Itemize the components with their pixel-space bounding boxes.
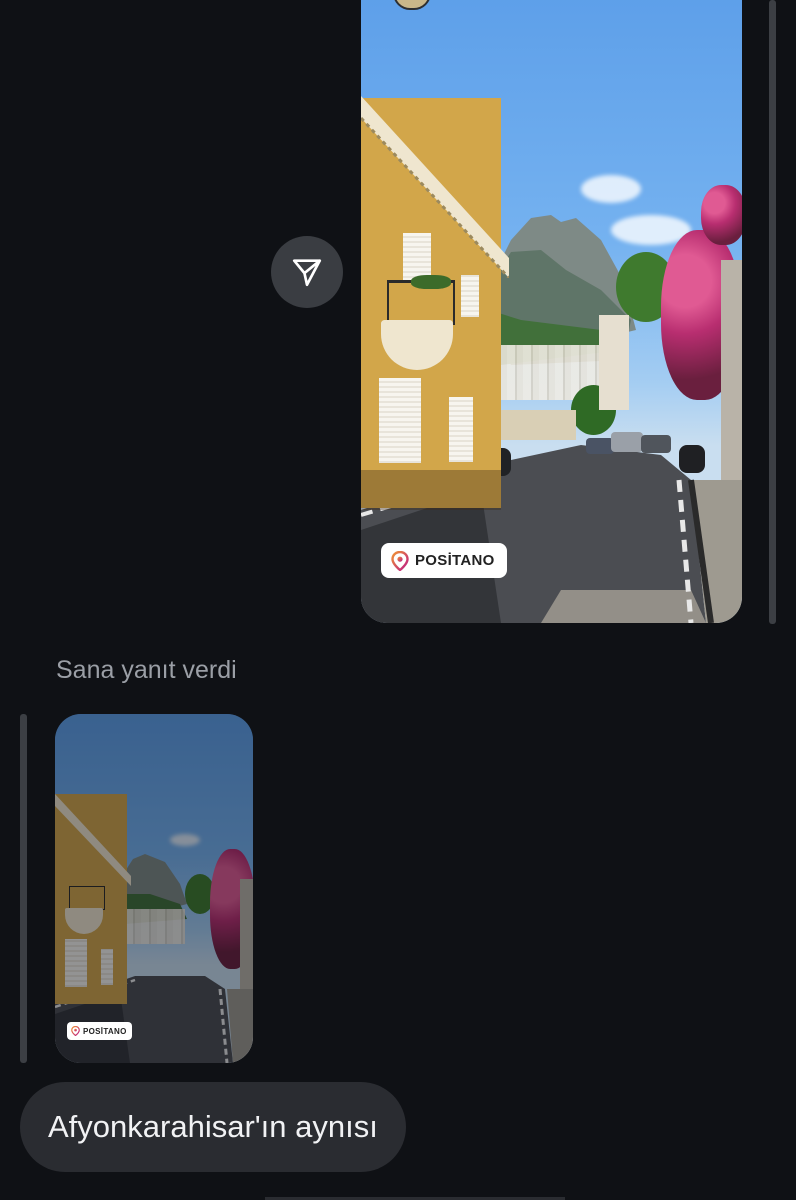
building-base [361, 470, 501, 510]
thumbnail-dim-overlay [55, 714, 253, 1063]
location-sticker[interactable]: POSİTANO [381, 543, 507, 578]
scooter [679, 445, 705, 473]
location-pin-icon [71, 1026, 80, 1036]
location-tag-text: POSİTANO [83, 1026, 127, 1036]
reply-quote-bar [20, 714, 27, 1063]
send-paper-plane-icon [292, 259, 322, 287]
shared-story-preview[interactable]: POSİTANO [361, 0, 742, 623]
replied-label: Sana yanıt verdi [56, 656, 237, 684]
building-roofline [361, 96, 509, 278]
message-text: Afyonkarahisar'ın aynısı [48, 1109, 378, 1144]
parked-car [611, 432, 643, 452]
location-pin-icon [391, 550, 409, 571]
window-shutter [461, 275, 479, 317]
door-shutter [449, 397, 473, 462]
door-shutter [379, 378, 421, 463]
thread-indicator-right [769, 0, 776, 624]
replied-story-thumbnail[interactable]: POSİTANO [55, 714, 253, 1063]
balcony-plants [411, 275, 451, 289]
message-bubble[interactable]: Afyonkarahisar'ın aynısı [20, 1082, 406, 1172]
share-button[interactable] [271, 236, 343, 308]
parked-car [586, 438, 614, 454]
parked-car [641, 435, 671, 453]
location-tag-text: POSİTANO [415, 552, 495, 569]
location-sticker: POSİTANO [67, 1022, 132, 1040]
